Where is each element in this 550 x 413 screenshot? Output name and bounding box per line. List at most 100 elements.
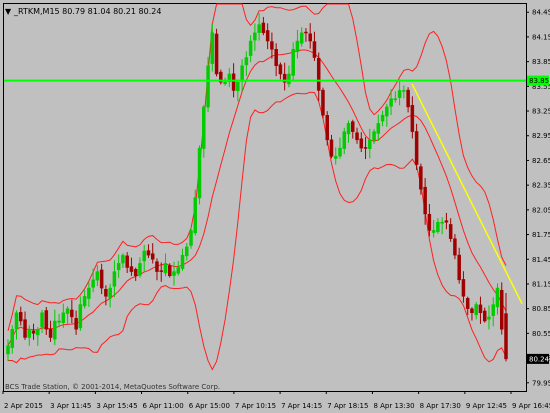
candle-body xyxy=(465,298,470,309)
candle-body xyxy=(355,132,359,141)
candle-body xyxy=(325,114,329,141)
candle-body xyxy=(457,254,461,281)
candle-body xyxy=(338,147,342,157)
candle-body xyxy=(150,253,155,260)
candle-body xyxy=(223,81,227,85)
candle-body xyxy=(440,221,444,224)
candle-body xyxy=(487,316,491,320)
candle-body xyxy=(44,310,49,330)
candle-body xyxy=(10,328,15,348)
candle-body xyxy=(470,308,474,314)
price-tick-label: 82.65 xyxy=(532,157,550,165)
candle-body xyxy=(231,73,236,91)
candle-body xyxy=(346,123,351,135)
price-tick-label: 82.05 xyxy=(532,206,550,214)
candle-body xyxy=(291,49,295,76)
candle-body xyxy=(453,238,457,256)
time-tick-label: 7 Apr 18:15 xyxy=(327,402,368,410)
price-tick-label: 84.45 xyxy=(532,9,550,17)
price-tick-label: 81.45 xyxy=(532,256,550,264)
candle-body xyxy=(142,250,146,262)
candle-body xyxy=(402,90,406,92)
price-tick-label: 82.95 xyxy=(532,132,550,140)
candle-body xyxy=(240,65,244,82)
time-tick-label: 6 Apr 15:00 xyxy=(189,402,230,410)
header-arrow-icon: ▼ xyxy=(5,7,12,16)
candle-body xyxy=(321,89,325,116)
candle-body xyxy=(393,98,398,101)
candle-body xyxy=(214,33,219,75)
price-tick-label: 84.15 xyxy=(532,33,550,41)
candle-body xyxy=(27,328,32,338)
time-tick-label: 8 Apr 13:30 xyxy=(373,402,414,410)
time-tick-label: 3 Apr 11:45 xyxy=(50,402,91,410)
candle-body xyxy=(274,49,278,67)
candle-body xyxy=(210,32,215,64)
candle-body xyxy=(385,106,389,117)
candle-body xyxy=(23,319,27,338)
candle-body xyxy=(70,309,74,318)
candle-body xyxy=(167,265,172,276)
candle-body xyxy=(65,308,70,314)
candle-body xyxy=(189,230,193,246)
candle-body xyxy=(444,220,449,223)
last-price-label: 80.24 xyxy=(529,355,550,363)
candle-body xyxy=(104,288,108,297)
candle-body xyxy=(193,197,198,234)
candle-body xyxy=(155,261,159,272)
candle-body xyxy=(329,139,334,157)
candle-body xyxy=(423,186,427,215)
time-tick-label: 2 Apr 2015 xyxy=(4,402,43,410)
candle-body xyxy=(112,271,117,287)
candle-body xyxy=(202,106,206,149)
candle-body xyxy=(82,296,87,307)
candle-body xyxy=(236,81,240,92)
candle-body xyxy=(185,246,189,257)
symbol-info: _RTKM,M15 80.79 81.04 80.21 80.24 xyxy=(13,7,161,16)
time-tick-label: 8 Apr 17:30 xyxy=(420,402,461,410)
candle-body xyxy=(448,224,453,239)
candle-body xyxy=(342,131,347,149)
candle-body xyxy=(74,317,78,330)
candle-body xyxy=(397,90,402,98)
time-tick-label: 7 Apr 10:15 xyxy=(235,402,276,410)
candle-body xyxy=(478,304,483,314)
candle-body xyxy=(40,312,44,328)
price-tick-label: 81.15 xyxy=(532,280,550,288)
candle-body xyxy=(91,279,95,288)
candle-body xyxy=(48,328,53,338)
candle-body xyxy=(419,166,423,190)
candle-body xyxy=(99,269,104,289)
candle-body xyxy=(372,131,376,141)
time-tick-label: 7 Apr 14:15 xyxy=(281,402,322,410)
candle-body xyxy=(129,266,134,272)
candle-body xyxy=(261,22,266,34)
candle-body xyxy=(312,41,317,58)
candle-body xyxy=(389,98,393,107)
candle-body xyxy=(363,147,368,149)
candle-body xyxy=(36,328,40,336)
candle-body xyxy=(504,313,508,360)
hline-price-label: 83.85 xyxy=(529,77,549,85)
time-tick-label: 9 Apr 16:45 xyxy=(512,402,550,410)
candle-body xyxy=(427,213,432,231)
price-tick-label: 82.35 xyxy=(532,182,550,190)
copyright-text: BCS Trade Station, © 2001-2014, MetaQuot… xyxy=(5,383,220,391)
candle-body xyxy=(61,312,66,323)
candle-body xyxy=(53,320,57,340)
candle-body xyxy=(461,279,466,297)
candle-body xyxy=(19,312,23,322)
candle-body xyxy=(6,345,10,355)
candle-body xyxy=(244,57,249,66)
candle-body xyxy=(380,114,385,122)
price-chart[interactable]: 84.4584.1583.8583.5583.2582.9582.6582.35… xyxy=(0,0,550,413)
candle-body xyxy=(316,58,321,91)
time-tick-label: 9 Apr 12:45 xyxy=(466,402,507,410)
candle-body xyxy=(265,30,270,42)
candle-body xyxy=(172,271,176,276)
candle-body xyxy=(206,65,210,108)
candle-body xyxy=(287,73,291,85)
candle-body xyxy=(180,254,185,269)
price-tick-label: 80.55 xyxy=(532,330,550,338)
candle-body xyxy=(31,330,36,334)
